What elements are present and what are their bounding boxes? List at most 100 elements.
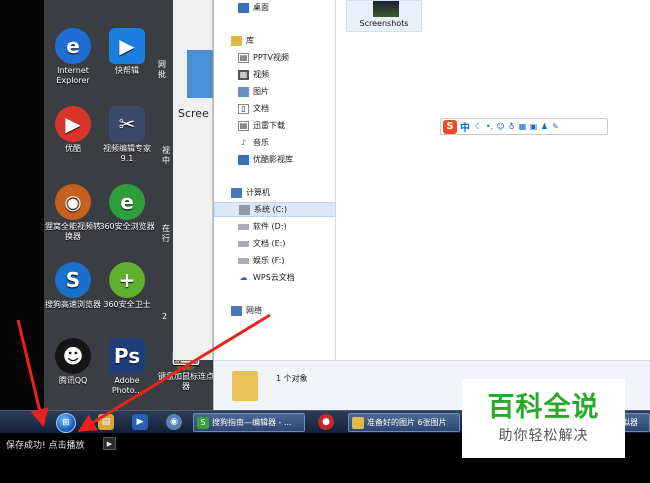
desktop-icon-video-editor[interactable]: ✂ 视频编辑专家 9.1 — [98, 106, 156, 164]
item-count: 1 个对象 — [276, 374, 308, 383]
start-button[interactable]: ⊞ — [53, 411, 79, 434]
desktop-icon-label: 快帮辑 — [115, 66, 139, 75]
nav-item-drive-f[interactable]: 娱乐 (F:) — [214, 253, 336, 268]
desktop-icon-label: 优酷 — [65, 144, 81, 153]
desktop-icon-qq[interactable]: ☻ 腾讯QQ — [44, 338, 102, 386]
sogou-logo-icon[interactable]: S — [443, 119, 457, 134]
navigation-pane[interactable]: 桌面 库 ▤ PPTV视频 ▦ 视频 图片 ▯ 文档 ▤ 迅雷下载 ♪ 音乐 优酷影视库 … — [214, 0, 336, 360]
taskbar-item-sogou-guide[interactable]: S 搜狗指南—编辑器 - ... — [193, 413, 305, 432]
punctuation-icon[interactable]: •, — [484, 122, 495, 131]
nav-item-desktop[interactable]: 桌面 — [214, 0, 336, 15]
desktop-icon-label: 视频编辑专家 9.1 — [103, 144, 151, 163]
nav-item-drive-c[interactable]: 系统 (C:) — [214, 202, 336, 217]
desktop-icon-360-browser[interactable]: e 360安全浏览器 — [98, 184, 156, 232]
nav-item-label: 音乐 — [253, 138, 269, 147]
youku-icon: ▶ — [55, 106, 91, 142]
nav-item-network[interactable]: 网络 — [214, 303, 336, 318]
drive-c-icon — [239, 204, 250, 215]
ime-toolbar[interactable]: S 中 ☾ •, ☺ ♁ ▦ ▣ ♟ ✎ — [440, 118, 608, 135]
document-icon: ▯ — [238, 103, 249, 114]
nav-item-music[interactable]: ♪ 音乐 — [214, 135, 336, 150]
shirt-icon[interactable]: ♟ — [539, 122, 550, 131]
nav-item-label: PPTV视频 — [253, 53, 290, 62]
qq-icon: ☻ — [55, 338, 91, 374]
emoji-icon[interactable]: ☺ — [495, 122, 506, 131]
folder-icon — [352, 416, 364, 429]
leawo-converter-icon: ◉ — [55, 184, 91, 220]
nav-item-label: 计算机 — [246, 188, 270, 197]
microphone-icon[interactable]: ♁ — [506, 122, 517, 131]
nav-item-label: 文档 — [253, 104, 269, 113]
video-icon: ▦ — [238, 69, 249, 80]
folder-item-screenshots[interactable]: Screenshots — [346, 0, 422, 32]
background-window-title: Scree — [178, 107, 209, 120]
nav-item-label: 文档 (E:) — [253, 239, 286, 248]
folder-thumbnail-image — [373, 1, 399, 17]
partial-label: 行 — [162, 234, 170, 243]
desktop-icon-internet-explorer[interactable]: e Internet Explorer — [44, 28, 102, 86]
desktop-icon-label: 狸窝全能视频转换器 — [45, 222, 101, 241]
desktop-icon-label: 搜狗高速浏览器 — [45, 300, 101, 309]
pptv-icon: ▤ — [238, 52, 249, 63]
save-status-message[interactable]: 保存成功! 点击播放 — [6, 438, 84, 451]
desktop-icon-label: 腾讯QQ — [58, 376, 88, 385]
nav-item-documents[interactable]: ▯ 文档 — [214, 101, 336, 116]
desktop-icon-360-safe[interactable]: + 360安全卫士 — [98, 262, 156, 310]
folder-icon — [232, 371, 258, 401]
nav-item-videos[interactable]: ▦ 视频 — [214, 67, 336, 82]
internet-explorer-icon: e — [55, 28, 91, 64]
image-icon — [238, 86, 249, 97]
network-icon — [231, 305, 242, 316]
folder-content-pane[interactable]: Screenshots — [336, 0, 650, 360]
nav-item-pptv[interactable]: ▤ PPTV视频 — [214, 50, 336, 65]
desktop-icon-photoshop[interactable]: Ps Adobe Photo... — [98, 338, 156, 396]
taskbar-media-icon[interactable]: ● — [318, 414, 334, 430]
nav-item-thunder[interactable]: ▤ 迅雷下载 — [214, 118, 336, 133]
music-icon: ♪ — [240, 138, 247, 147]
file-explorer-window[interactable]: 桌面 库 ▤ PPTV视频 ▦ 视频 图片 ▯ 文档 ▤ 迅雷下载 ♪ 音乐 优酷影视库 … — [213, 0, 650, 410]
desktop-icon-kuaibangji[interactable]: ▶ 快帮辑 — [98, 28, 156, 76]
nav-item-label: 娱乐 (F:) — [253, 256, 285, 265]
taskbar-item-label: 搜狗指南—编辑器 - ... — [212, 418, 292, 427]
ime-mode-toggle[interactable]: 中 — [460, 119, 470, 134]
taskbar-item-prepared-images[interactable]: 准备好的图片 6张图片 — [348, 413, 460, 432]
watermark-subtitle: 助你轻松解决 — [498, 428, 589, 444]
moon-icon[interactable]: ☾ — [473, 122, 484, 131]
wrench-icon[interactable]: ✎ — [550, 122, 561, 131]
drive-icon — [238, 240, 249, 247]
desktop-icon — [238, 2, 249, 13]
partial-label: 批 — [158, 70, 166, 79]
quicklaunch-media-icon[interactable]: ▶ — [132, 414, 148, 430]
nav-item-drive-e[interactable]: 文档 (E:) — [214, 236, 336, 251]
nav-item-drive-d[interactable]: 软件 (D:) — [214, 219, 336, 234]
360-browser-icon: e — [109, 184, 145, 220]
nav-item-youku-library[interactable]: 优酷影视库 — [214, 152, 336, 167]
nav-item-wps-cloud[interactable]: ☁ WPS云文档 — [214, 270, 336, 285]
toolbox-icon[interactable]: ▣ — [528, 122, 539, 131]
partial-label: 2 — [162, 312, 168, 321]
play-button[interactable]: ▶ — [103, 437, 116, 450]
nav-item-label: 软件 (D:) — [253, 222, 287, 231]
desktop-icon-leawo[interactable]: ◉ 狸窝全能视频转换器 — [44, 184, 102, 242]
sogou-browser-icon: S — [55, 262, 91, 298]
video-play-icon: ▶ — [109, 28, 145, 64]
folder-item-label: Screenshots — [359, 19, 409, 28]
partial-label: 视 — [162, 146, 170, 155]
quicklaunch-folder-icon[interactable]: ▤ — [98, 414, 114, 430]
desktop-icon-sogou-browser[interactable]: S 搜狗高速浏览器 — [44, 262, 102, 310]
nav-item-label: 系统 (C:) — [254, 205, 288, 214]
nav-item-computer[interactable]: 计算机 — [214, 185, 336, 200]
quicklaunch-browser-icon[interactable]: ◉ — [166, 414, 182, 430]
nav-item-pictures[interactable]: 图片 — [214, 84, 336, 99]
desktop-icon-youku[interactable]: ▶ 优酷 — [44, 106, 102, 154]
background-window[interactable]: Scree — [173, 0, 213, 360]
nav-item-label: 桌面 — [253, 3, 269, 12]
video-editor-icon: ✂ — [109, 106, 145, 142]
desktop-icon-partial[interactable]: 网 批 — [158, 60, 174, 80]
nav-item-label: 图片 — [253, 87, 269, 96]
360-safe-icon: + — [109, 262, 145, 298]
nav-item-library[interactable]: 库 — [214, 33, 336, 48]
sogou-guide-icon: S — [197, 416, 209, 429]
desktop-icon-label: 键盘加鼠标连点器 — [158, 372, 214, 391]
keyboard-icon[interactable]: ▦ — [517, 122, 528, 131]
